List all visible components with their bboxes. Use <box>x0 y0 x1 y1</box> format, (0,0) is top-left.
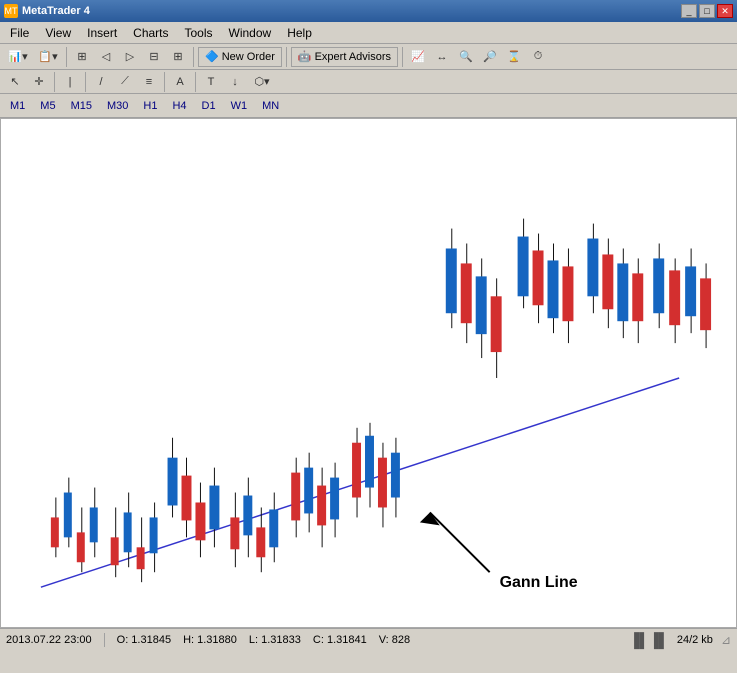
zoom-minus-button[interactable]: 🔎 <box>479 47 501 67</box>
profiles-button[interactable]: ⊞ <box>71 47 93 67</box>
toolbar-sep-3 <box>286 47 287 67</box>
draw-sep-4 <box>195 72 196 92</box>
timeframe-toolbar: M1 M5 M15 M30 H1 H4 D1 W1 MN <box>0 94 737 118</box>
toolbar-sep-4 <box>402 47 403 67</box>
shape-tool[interactable]: ⬡▾ <box>248 72 276 92</box>
status-sep-1 <box>104 633 105 647</box>
menu-bar: File View Insert Charts Tools Window Hel… <box>0 22 737 44</box>
menu-insert[interactable]: Insert <box>79 24 125 42</box>
status-open: O: 1.31845 <box>117 634 171 646</box>
zoom-in-button[interactable]: ⊞ <box>167 47 189 67</box>
history-center-button[interactable]: 📈 <box>407 47 429 67</box>
new-order-label: New Order <box>222 51 275 63</box>
vertical-line-tool[interactable]: | <box>59 72 81 92</box>
new-order-icon: 🔷 <box>205 50 219 63</box>
new-chart-button[interactable]: 📊▾ <box>4 47 32 67</box>
retracement-tool[interactable]: ≡ <box>138 72 160 92</box>
status-high: H: 1.31880 <box>183 634 237 646</box>
expert-advisors-button[interactable]: 🤖 Expert Advisors <box>291 47 398 67</box>
status-datetime: 2013.07.22 23:00 <box>6 634 92 646</box>
arrow-tool[interactable]: ↓ <box>224 72 246 92</box>
status-bars-icon: ▐▌▐▌ <box>629 632 669 648</box>
period2-button[interactable]: ⏱ <box>527 47 549 67</box>
nav-forward-button[interactable]: ▷ <box>119 47 141 67</box>
svg-text:Gann Line: Gann Line <box>500 574 578 591</box>
toolbar-sep-2 <box>193 47 194 67</box>
tf-m1[interactable]: M1 <box>4 98 31 114</box>
title-bar-text: MetaTrader 4 <box>22 5 90 17</box>
close-button[interactable]: ✕ <box>717 4 733 18</box>
cursor-tool[interactable]: ↖ <box>4 72 26 92</box>
tf-h1[interactable]: H1 <box>137 98 163 114</box>
tf-mn[interactable]: MN <box>256 98 285 114</box>
status-right: ▐▌▐▌ 24/2 kb ⊿ <box>629 632 731 648</box>
zoom-out-button[interactable]: ⊟ <box>143 47 165 67</box>
title-bar: MT MetaTrader 4 _ □ ✕ <box>0 0 737 22</box>
expert-icon: 🤖 <box>298 50 312 63</box>
menu-window[interactable]: Window <box>221 24 280 42</box>
chart-area[interactable]: Gann Line <box>0 118 737 628</box>
menu-help[interactable]: Help <box>279 24 320 42</box>
menu-tools[interactable]: Tools <box>177 24 221 42</box>
text-tool[interactable]: A <box>169 72 191 92</box>
tf-d1[interactable]: D1 <box>196 98 222 114</box>
line-tool[interactable]: / <box>90 72 112 92</box>
menu-charts[interactable]: Charts <box>125 24 176 42</box>
nav-back-button[interactable]: ◁ <box>95 47 117 67</box>
status-close: C: 1.31841 <box>313 634 367 646</box>
chart-svg: Gann Line <box>1 119 736 627</box>
chart-move-button[interactable]: ↔ <box>431 47 453 67</box>
status-bar: 2013.07.22 23:00 O: 1.31845 H: 1.31880 L… <box>0 628 737 650</box>
zoom-chart-button[interactable]: 🔍 <box>455 47 477 67</box>
tf-h4[interactable]: H4 <box>166 98 192 114</box>
draw-sep-2 <box>85 72 86 92</box>
status-filesize: 24/2 kb <box>677 634 713 646</box>
gann-tool[interactable]: ⟋ <box>114 72 136 92</box>
main-toolbar: 📊▾ 📋▾ ⊞ ◁ ▷ ⊟ ⊞ 🔷 New Order 🤖 Expert Adv… <box>0 44 737 70</box>
status-volume: V: 828 <box>379 634 410 646</box>
status-resize-icon: ⊿ <box>721 633 731 647</box>
title-bar-buttons[interactable]: _ □ ✕ <box>681 4 733 18</box>
new-order-button[interactable]: 🔷 New Order <box>198 47 282 67</box>
toolbar-sep-1 <box>66 47 67 67</box>
menu-view[interactable]: View <box>37 24 79 42</box>
templates-button[interactable]: 📋▾ <box>34 47 62 67</box>
tf-w1[interactable]: W1 <box>225 98 254 114</box>
draw-sep-3 <box>164 72 165 92</box>
draw-sep-1 <box>54 72 55 92</box>
tf-m30[interactable]: M30 <box>101 98 134 114</box>
label-tool[interactable]: T <box>200 72 222 92</box>
maximize-button[interactable]: □ <box>699 4 715 18</box>
tf-m15[interactable]: M15 <box>65 98 98 114</box>
minimize-button[interactable]: _ <box>681 4 697 18</box>
period-button[interactable]: ⌛ <box>503 47 525 67</box>
menu-file[interactable]: File <box>2 24 37 42</box>
app-icon: MT <box>4 4 18 18</box>
drawing-toolbar: ↖ ✛ | / ⟋ ≡ A T ↓ ⬡▾ <box>0 70 737 94</box>
status-low: L: 1.31833 <box>249 634 301 646</box>
tf-m5[interactable]: M5 <box>34 98 61 114</box>
expert-label: Expert Advisors <box>315 51 391 63</box>
crosshair-tool[interactable]: ✛ <box>28 72 50 92</box>
